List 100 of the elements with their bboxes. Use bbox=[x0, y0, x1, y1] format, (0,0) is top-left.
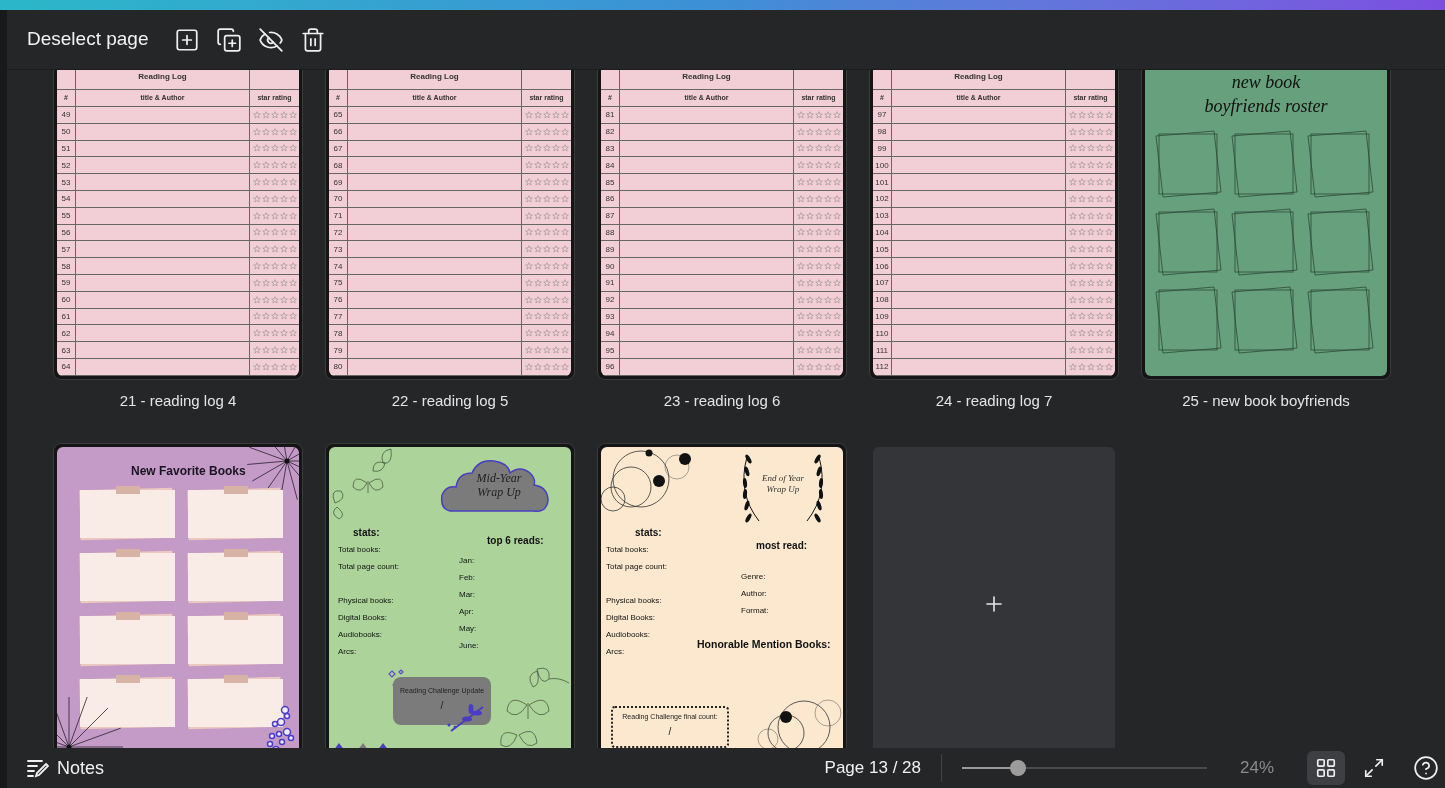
row-number: 60 bbox=[61, 295, 71, 305]
star-icon bbox=[814, 346, 823, 355]
star-icon bbox=[805, 312, 814, 321]
wrap-up-title: Wrap Up bbox=[477, 485, 521, 499]
star-icon bbox=[823, 228, 832, 237]
star-icon bbox=[1104, 346, 1113, 355]
wrap-up-title: Mid-Year bbox=[476, 471, 522, 485]
star-icon bbox=[279, 127, 288, 136]
log-title: Reading Log bbox=[682, 71, 731, 83]
star-icon bbox=[1086, 144, 1095, 153]
star-icon bbox=[560, 362, 569, 371]
deselect-page-button[interactable]: Deselect page bbox=[27, 25, 149, 54]
star-icon bbox=[1077, 329, 1086, 338]
row-number: 49 bbox=[61, 110, 71, 120]
star-icon bbox=[1068, 312, 1077, 321]
star-icon bbox=[252, 312, 261, 321]
star-icon bbox=[542, 278, 551, 287]
star-icon bbox=[279, 295, 288, 304]
star-icon bbox=[1077, 295, 1086, 304]
star-icon bbox=[270, 178, 279, 187]
star-icon bbox=[524, 262, 533, 271]
row-number: 52 bbox=[61, 160, 71, 170]
star-icon bbox=[832, 178, 841, 187]
notes-button[interactable]: Notes bbox=[27, 754, 105, 782]
row-number: 107 bbox=[875, 278, 889, 288]
month-label: Jan: bbox=[459, 555, 475, 567]
month-label: Mar: bbox=[459, 589, 475, 601]
star-icon bbox=[1095, 194, 1104, 203]
star-icon bbox=[814, 161, 823, 170]
star-icon bbox=[533, 278, 542, 287]
star-icon bbox=[814, 144, 823, 153]
star-icon bbox=[814, 194, 823, 203]
star-icon bbox=[1077, 127, 1086, 136]
star-icon bbox=[542, 127, 551, 136]
star-icon bbox=[1095, 161, 1104, 170]
row-number: 57 bbox=[61, 244, 71, 254]
hide-page-icon[interactable] bbox=[258, 26, 285, 53]
star-icon bbox=[1068, 278, 1077, 287]
page-thumbnail[interactable]: new book boyfriends roster bbox=[1141, 70, 1391, 380]
star-icon bbox=[1104, 144, 1113, 153]
star-icon bbox=[823, 211, 832, 220]
star-icon bbox=[1104, 161, 1113, 170]
log-title: Reading Log bbox=[954, 71, 1003, 83]
row-number: 91 bbox=[605, 278, 615, 288]
row-number: 99 bbox=[877, 144, 887, 153]
zoom-slider[interactable] bbox=[962, 760, 1207, 776]
most-read-label: Author: bbox=[741, 588, 767, 600]
row-number: 50 bbox=[61, 127, 71, 137]
star-icon bbox=[1086, 329, 1095, 338]
reads-heading: top 6 reads: bbox=[487, 534, 544, 548]
star-icon bbox=[823, 262, 832, 271]
most-read-label: Genre: bbox=[741, 571, 766, 583]
star-icon bbox=[1095, 245, 1104, 254]
month-label: June: bbox=[459, 640, 479, 652]
star-icon bbox=[261, 362, 270, 371]
star-icon bbox=[261, 262, 270, 271]
star-icon bbox=[533, 228, 542, 237]
star-icon bbox=[1095, 312, 1104, 321]
star-icon bbox=[814, 211, 823, 220]
star-icon bbox=[524, 329, 533, 338]
star-icon bbox=[560, 127, 569, 136]
star-icon bbox=[524, 245, 533, 254]
page-thumbnail[interactable]: New Favorite Books bbox=[53, 443, 303, 748]
star-icon bbox=[288, 144, 297, 153]
star-icon bbox=[1086, 262, 1095, 271]
star-icon bbox=[270, 211, 279, 220]
star-icon bbox=[542, 295, 551, 304]
help-button[interactable] bbox=[1413, 755, 1439, 781]
star-icon bbox=[551, 278, 560, 287]
star-icon bbox=[524, 110, 533, 119]
delete-icon[interactable] bbox=[300, 26, 327, 53]
star-icon bbox=[1077, 110, 1086, 119]
star-icon bbox=[796, 312, 805, 321]
star-icon bbox=[832, 295, 841, 304]
star-icon bbox=[1086, 362, 1095, 371]
star-icon bbox=[796, 178, 805, 187]
star-icon bbox=[1086, 127, 1095, 136]
star-icon bbox=[1077, 228, 1086, 237]
star-icon bbox=[823, 312, 832, 321]
star-icon bbox=[542, 228, 551, 237]
row-number: 87 bbox=[605, 211, 615, 221]
star-icon bbox=[1068, 161, 1077, 170]
star-icon bbox=[805, 178, 814, 187]
star-icon bbox=[288, 262, 297, 271]
grid-view-button[interactable] bbox=[1307, 751, 1345, 785]
star-icon bbox=[805, 144, 814, 153]
star-icon bbox=[261, 295, 270, 304]
expand-icon bbox=[1363, 757, 1385, 779]
star-icon bbox=[551, 110, 560, 119]
star-icon bbox=[814, 178, 823, 187]
row-number: 67 bbox=[333, 144, 343, 153]
row-number: 102 bbox=[875, 194, 889, 204]
add-page-icon[interactable] bbox=[174, 26, 201, 53]
month-label: Apr: bbox=[459, 606, 474, 618]
stats-label: Total books: bbox=[338, 544, 381, 556]
star-icon bbox=[542, 144, 551, 153]
star-icon bbox=[796, 278, 805, 287]
star-icon bbox=[261, 110, 270, 119]
duplicate-page-icon[interactable] bbox=[216, 26, 243, 53]
star-icon bbox=[551, 194, 560, 203]
